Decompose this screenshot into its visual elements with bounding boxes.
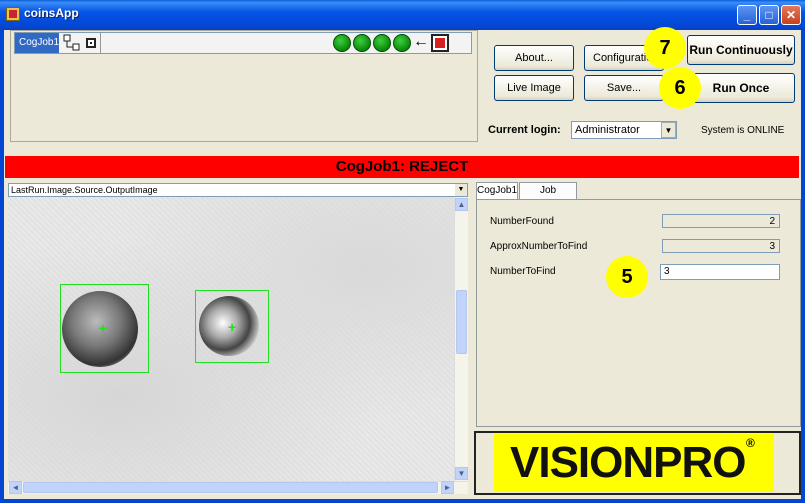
arrow-left-icon: ← [413, 33, 429, 50]
logo-registered-mark: ® [746, 436, 755, 450]
scroll-right-icon[interactable]: ► [441, 481, 454, 494]
logo-text: VISIONPRO [510, 438, 746, 487]
status-light-icon [373, 34, 391, 52]
stop-icon[interactable] [431, 34, 449, 52]
system-status-text: System is ONLINE [701, 125, 785, 136]
scroll-down-icon[interactable]: ▼ [455, 467, 468, 480]
status-light-icon [333, 34, 351, 52]
close-button[interactable]: ✕ [781, 5, 801, 25]
field-label-number-found: NumberFound [490, 216, 554, 227]
tab-panel [476, 199, 801, 427]
result-status-bar: CogJob1: REJECT [5, 156, 799, 178]
callout-6: 6 [659, 67, 701, 109]
status-light-icon [353, 34, 371, 52]
app-icon [6, 7, 20, 21]
window-title: coinsApp [24, 6, 79, 20]
status-light-icon [393, 34, 411, 52]
tab-cogjob1[interactable]: CogJob1 [476, 182, 518, 200]
toolbar-divider [100, 33, 101, 53]
scroll-thumb[interactable] [23, 482, 438, 493]
save-button[interactable]: Save... [584, 75, 664, 101]
scroll-left-icon[interactable]: ◄ [9, 481, 22, 494]
callout-7: 7 [644, 27, 686, 69]
field-label-number-to-find: NumberToFind [490, 266, 556, 277]
job-name-label[interactable]: CogJob1 [15, 33, 59, 53]
run-once-button[interactable]: Run Once [687, 73, 795, 103]
chevron-down-icon[interactable]: ▼ [455, 184, 467, 196]
number-found-field: 2 [662, 214, 780, 228]
job-tree-icon[interactable] [63, 34, 81, 52]
maximize-button[interactable]: □ [759, 5, 779, 25]
tab-job-statistics[interactable]: Job Statistics [519, 182, 577, 212]
current-login-label: Current login: [488, 124, 561, 136]
image-source-select[interactable]: LastRun.Image.Source.OutputImage [8, 183, 468, 197]
crosshair-icon: + [228, 319, 237, 335]
scroll-thumb[interactable] [456, 290, 467, 354]
field-label-approx-number: ApproxNumberToFind [490, 241, 588, 252]
callout-5: 5 [606, 256, 648, 298]
crosshair-icon: + [99, 320, 108, 336]
title-bar [0, 0, 805, 30]
number-to-find-input[interactable]: 3 [660, 264, 780, 280]
approx-number-field: 3 [662, 239, 780, 253]
chevron-down-icon[interactable]: ▼ [661, 122, 676, 138]
about-button[interactable]: About... [494, 45, 574, 71]
minimize-button[interactable]: _ [737, 5, 757, 25]
run-continuously-button[interactable]: Run Continuously [687, 35, 795, 65]
job-square-icon[interactable] [86, 38, 96, 48]
scroll-up-icon[interactable]: ▲ [455, 198, 468, 211]
live-image-button[interactable]: Live Image [494, 75, 574, 101]
